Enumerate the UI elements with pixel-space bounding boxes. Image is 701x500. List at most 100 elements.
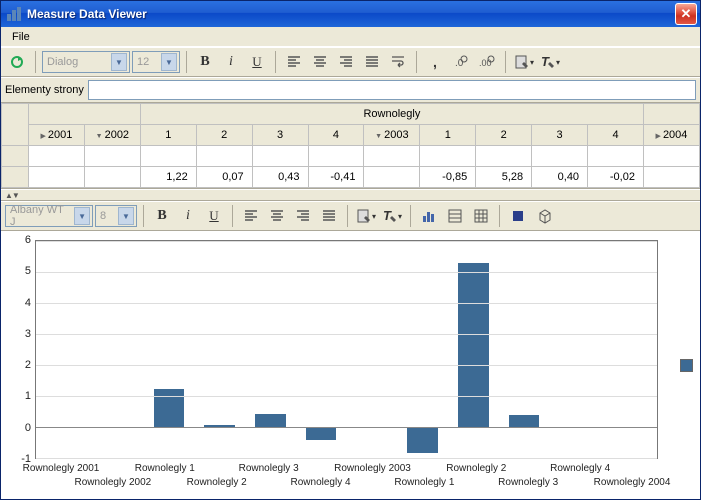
x-tick-label: Rownolegly 2004 [594, 477, 671, 488]
row-header-data [2, 167, 29, 188]
data-cell[interactable]: 1,22 [140, 167, 196, 188]
font-name-combo[interactable]: Dialog▼ [42, 51, 130, 73]
page-elements-label: Elementy strony [5, 84, 84, 96]
col-header[interactable]: ▶2001 [29, 125, 85, 146]
align-right-button[interactable] [334, 50, 358, 74]
chart-font-size-combo[interactable]: 8▼ [95, 205, 137, 227]
data-cell[interactable]: 5,28 [476, 167, 532, 188]
bold-button[interactable]: B [193, 50, 217, 74]
bar-cell [42, 241, 93, 458]
toolbar-format-top: Dialog▼ 12▼ B i U , .0 .00 ▾ T▾ [1, 47, 700, 77]
list-view-button[interactable] [443, 204, 467, 228]
data-cell[interactable] [364, 167, 420, 188]
data-cell[interactable] [84, 167, 140, 188]
bar[interactable] [458, 263, 488, 427]
col-group-empty-right [643, 104, 699, 125]
font-size-combo[interactable]: 12▼ [132, 51, 180, 73]
x-tick-label: Rownolegly 4 [291, 477, 351, 488]
italic-button[interactable]: i [219, 50, 243, 74]
x-tick-label: Rownolegly 2003 [334, 463, 411, 474]
chart-font-name-combo[interactable]: Albany WT J▼ [5, 205, 93, 227]
bar-cell [245, 241, 296, 458]
bar[interactable] [255, 414, 285, 427]
col-header[interactable]: 3 [532, 125, 588, 146]
title-bar: Measure Data Viewer ✕ [1, 1, 700, 27]
bar-cell [347, 241, 398, 458]
refresh-button[interactable] [5, 50, 29, 74]
x-tick-label: Rownolegly 2001 [23, 463, 100, 474]
x-tick-label: Rownolegly 3 [498, 477, 558, 488]
x-tick-label: Rownolegly 1 [394, 477, 454, 488]
y-tick-label: 1 [5, 390, 31, 402]
data-cell[interactable]: 0,40 [532, 167, 588, 188]
chart-body: -10123456 Rownolegly 2001Rownolegly 2002… [5, 236, 668, 495]
page-elements-field[interactable] [88, 80, 696, 100]
x-tick-label: Rownolegly 3 [239, 463, 299, 474]
chart-plot-area [35, 240, 658, 459]
col-header[interactable]: 4 [588, 125, 644, 146]
chart-align-right-button[interactable] [291, 204, 315, 228]
y-tick-label: 2 [5, 359, 31, 371]
col-group-empty-left [29, 104, 141, 125]
data-cell[interactable] [643, 167, 699, 188]
data-table: Rownolegly ▶2001▼20021234▼20031234▶2004 … [1, 103, 700, 189]
bar-chart-button[interactable] [417, 204, 441, 228]
close-button[interactable]: ✕ [675, 3, 697, 25]
chart-justify-button[interactable] [317, 204, 341, 228]
chart-align-left-button[interactable] [239, 204, 263, 228]
bar[interactable] [509, 415, 539, 427]
data-cell[interactable]: 0,07 [196, 167, 252, 188]
data-cell[interactable]: -0,02 [588, 167, 644, 188]
bar-cell [93, 241, 144, 458]
data-cell[interactable]: -0,41 [308, 167, 364, 188]
align-center-button[interactable] [308, 50, 332, 74]
chart-align-center-button[interactable] [265, 204, 289, 228]
col-header[interactable]: 1 [420, 125, 476, 146]
bar-cell [499, 241, 550, 458]
justify-button[interactable] [360, 50, 384, 74]
chart-text-tools-button[interactable]: T▾ [380, 204, 404, 228]
col-header[interactable]: ▼2002 [84, 125, 140, 146]
properties-button[interactable]: ▾ [512, 50, 536, 74]
grid-view-button[interactable] [469, 204, 493, 228]
chart-pane: -10123456 Rownolegly 2001Rownolegly 2002… [1, 231, 700, 499]
col-header[interactable]: ▶2004 [643, 125, 699, 146]
decimal-sep-button[interactable]: , [423, 50, 447, 74]
bar[interactable] [154, 389, 184, 427]
fill-color-button[interactable] [506, 204, 530, 228]
x-tick-label: Rownolegly 2002 [75, 477, 152, 488]
col-header[interactable]: 3 [252, 125, 308, 146]
page-elements-strip: Elementy strony [1, 77, 700, 103]
underline-button[interactable]: U [245, 50, 269, 74]
col-header[interactable]: 4 [308, 125, 364, 146]
x-tick-label: Rownolegly 2 [446, 463, 506, 474]
y-tick-label: 4 [5, 297, 31, 309]
bar-cell [144, 241, 195, 458]
col-header[interactable]: 2 [476, 125, 532, 146]
increase-decimal-button[interactable]: .00 [475, 50, 499, 74]
box-3d-button[interactable] [532, 204, 556, 228]
col-header[interactable]: 2 [196, 125, 252, 146]
chart-properties-button[interactable]: ▾ [354, 204, 378, 228]
row-header-empty [2, 146, 29, 167]
bar[interactable] [306, 427, 336, 440]
align-left-button[interactable] [282, 50, 306, 74]
bar[interactable] [407, 427, 437, 453]
pane-splitter[interactable]: ▲▼ [1, 189, 700, 201]
menu-file[interactable]: File [6, 29, 36, 45]
col-header[interactable]: 1 [140, 125, 196, 146]
x-tick-label: Rownolegly 1 [135, 463, 195, 474]
data-cell[interactable]: 0,43 [252, 167, 308, 188]
data-cell[interactable] [29, 167, 85, 188]
bar-cell [397, 241, 448, 458]
col-header[interactable]: ▼2003 [364, 125, 420, 146]
chart-italic-button[interactable]: i [176, 204, 200, 228]
wrap-button[interactable] [386, 50, 410, 74]
chart-bold-button[interactable]: B [150, 204, 174, 228]
data-cell[interactable]: -0,85 [420, 167, 476, 188]
bar-cell [448, 241, 499, 458]
chart-underline-button[interactable]: U [202, 204, 226, 228]
y-tick-label: 3 [5, 328, 31, 340]
currency-button[interactable]: .0 [449, 50, 473, 74]
text-tools-button[interactable]: T▾ [538, 50, 562, 74]
